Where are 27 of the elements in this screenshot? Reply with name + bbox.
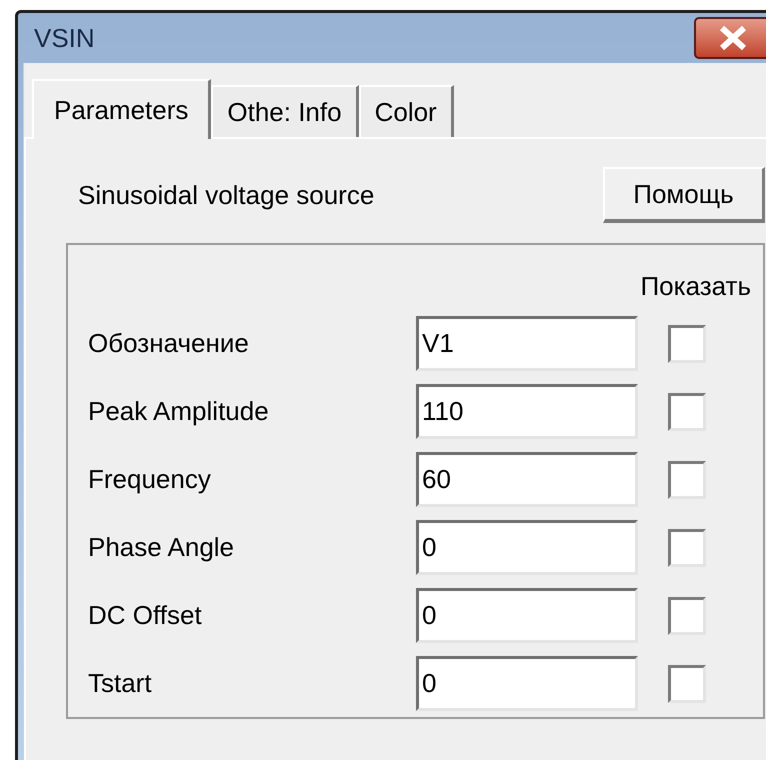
close-icon	[718, 25, 748, 51]
value-field[interactable]: 0	[416, 588, 638, 643]
description-text: Sinusoidal voltage source	[77, 178, 374, 212]
tab[interactable]: Parameters	[32, 79, 212, 139]
value-field[interactable]: 60	[416, 452, 638, 507]
show-checkbox[interactable]	[668, 324, 706, 362]
parameter-label: Frequency	[88, 463, 212, 496]
tab[interactable]: Othe: Info	[211, 85, 359, 137]
value-field[interactable]: V1	[416, 316, 638, 371]
parameter-label: Обозначение	[88, 327, 250, 360]
parameter-label: Phase Angle	[88, 531, 236, 564]
window-title: VSIN	[34, 22, 96, 54]
parameter-label: DC Offset	[88, 599, 203, 632]
parameter-label: Peak Amplitude	[88, 395, 270, 428]
help-button[interactable]: Помощь	[603, 167, 765, 223]
value-field[interactable]: 0	[416, 520, 638, 575]
tab[interactable]: Color	[358, 85, 454, 137]
close-button[interactable]	[694, 17, 766, 59]
show-checkbox[interactable]	[668, 528, 706, 566]
show-checkbox[interactable]	[668, 596, 706, 634]
show-checkbox[interactable]	[668, 392, 706, 430]
show-checkbox[interactable]	[668, 664, 706, 702]
value-field[interactable]: 110	[416, 384, 638, 439]
parameter-label: Tstart	[88, 667, 153, 700]
show-checkbox[interactable]	[668, 460, 706, 498]
value-field[interactable]: 0	[416, 656, 638, 711]
column-header: Показать	[640, 270, 751, 303]
